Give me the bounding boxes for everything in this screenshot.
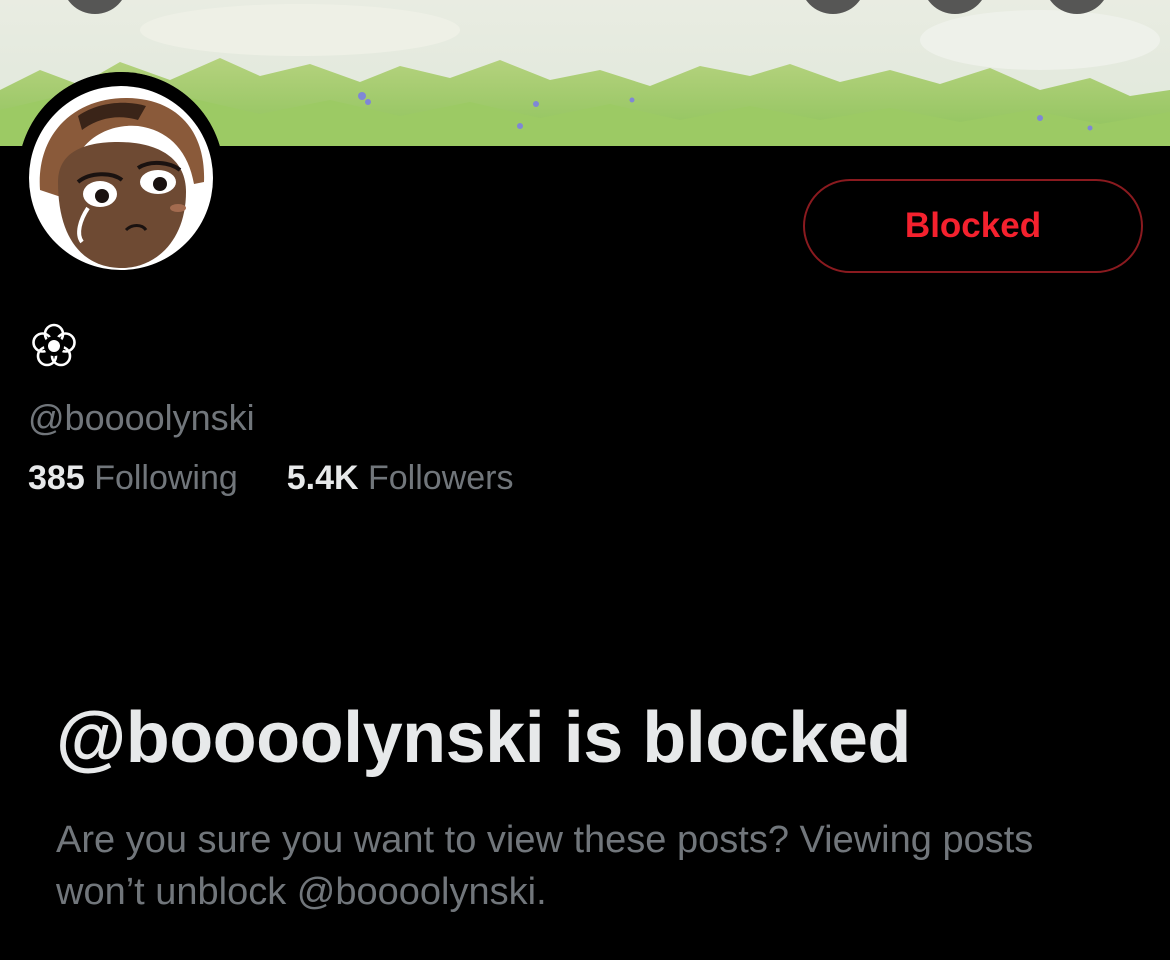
following-count: 385 xyxy=(28,459,85,497)
followers-count: 5.4K xyxy=(286,459,359,497)
follow-stats: 385 Following 5.4K Followers xyxy=(28,454,513,502)
profile-handle: @boooolynski xyxy=(28,397,255,438)
blocked-button[interactable]: Blocked xyxy=(803,179,1143,273)
blocked-notice-description: Are you sure you want to view these post… xyxy=(56,819,1034,913)
following-label: Following xyxy=(94,459,238,497)
avatar[interactable] xyxy=(18,72,224,278)
followers-link[interactable]: 5.4K Followers xyxy=(287,459,514,497)
blocked-notice-title: @boooolynski is blocked xyxy=(56,698,911,778)
followers-label: Followers xyxy=(368,459,514,497)
following-link[interactable]: 385 Following xyxy=(28,459,247,497)
display-name-flower-icon xyxy=(28,320,80,372)
